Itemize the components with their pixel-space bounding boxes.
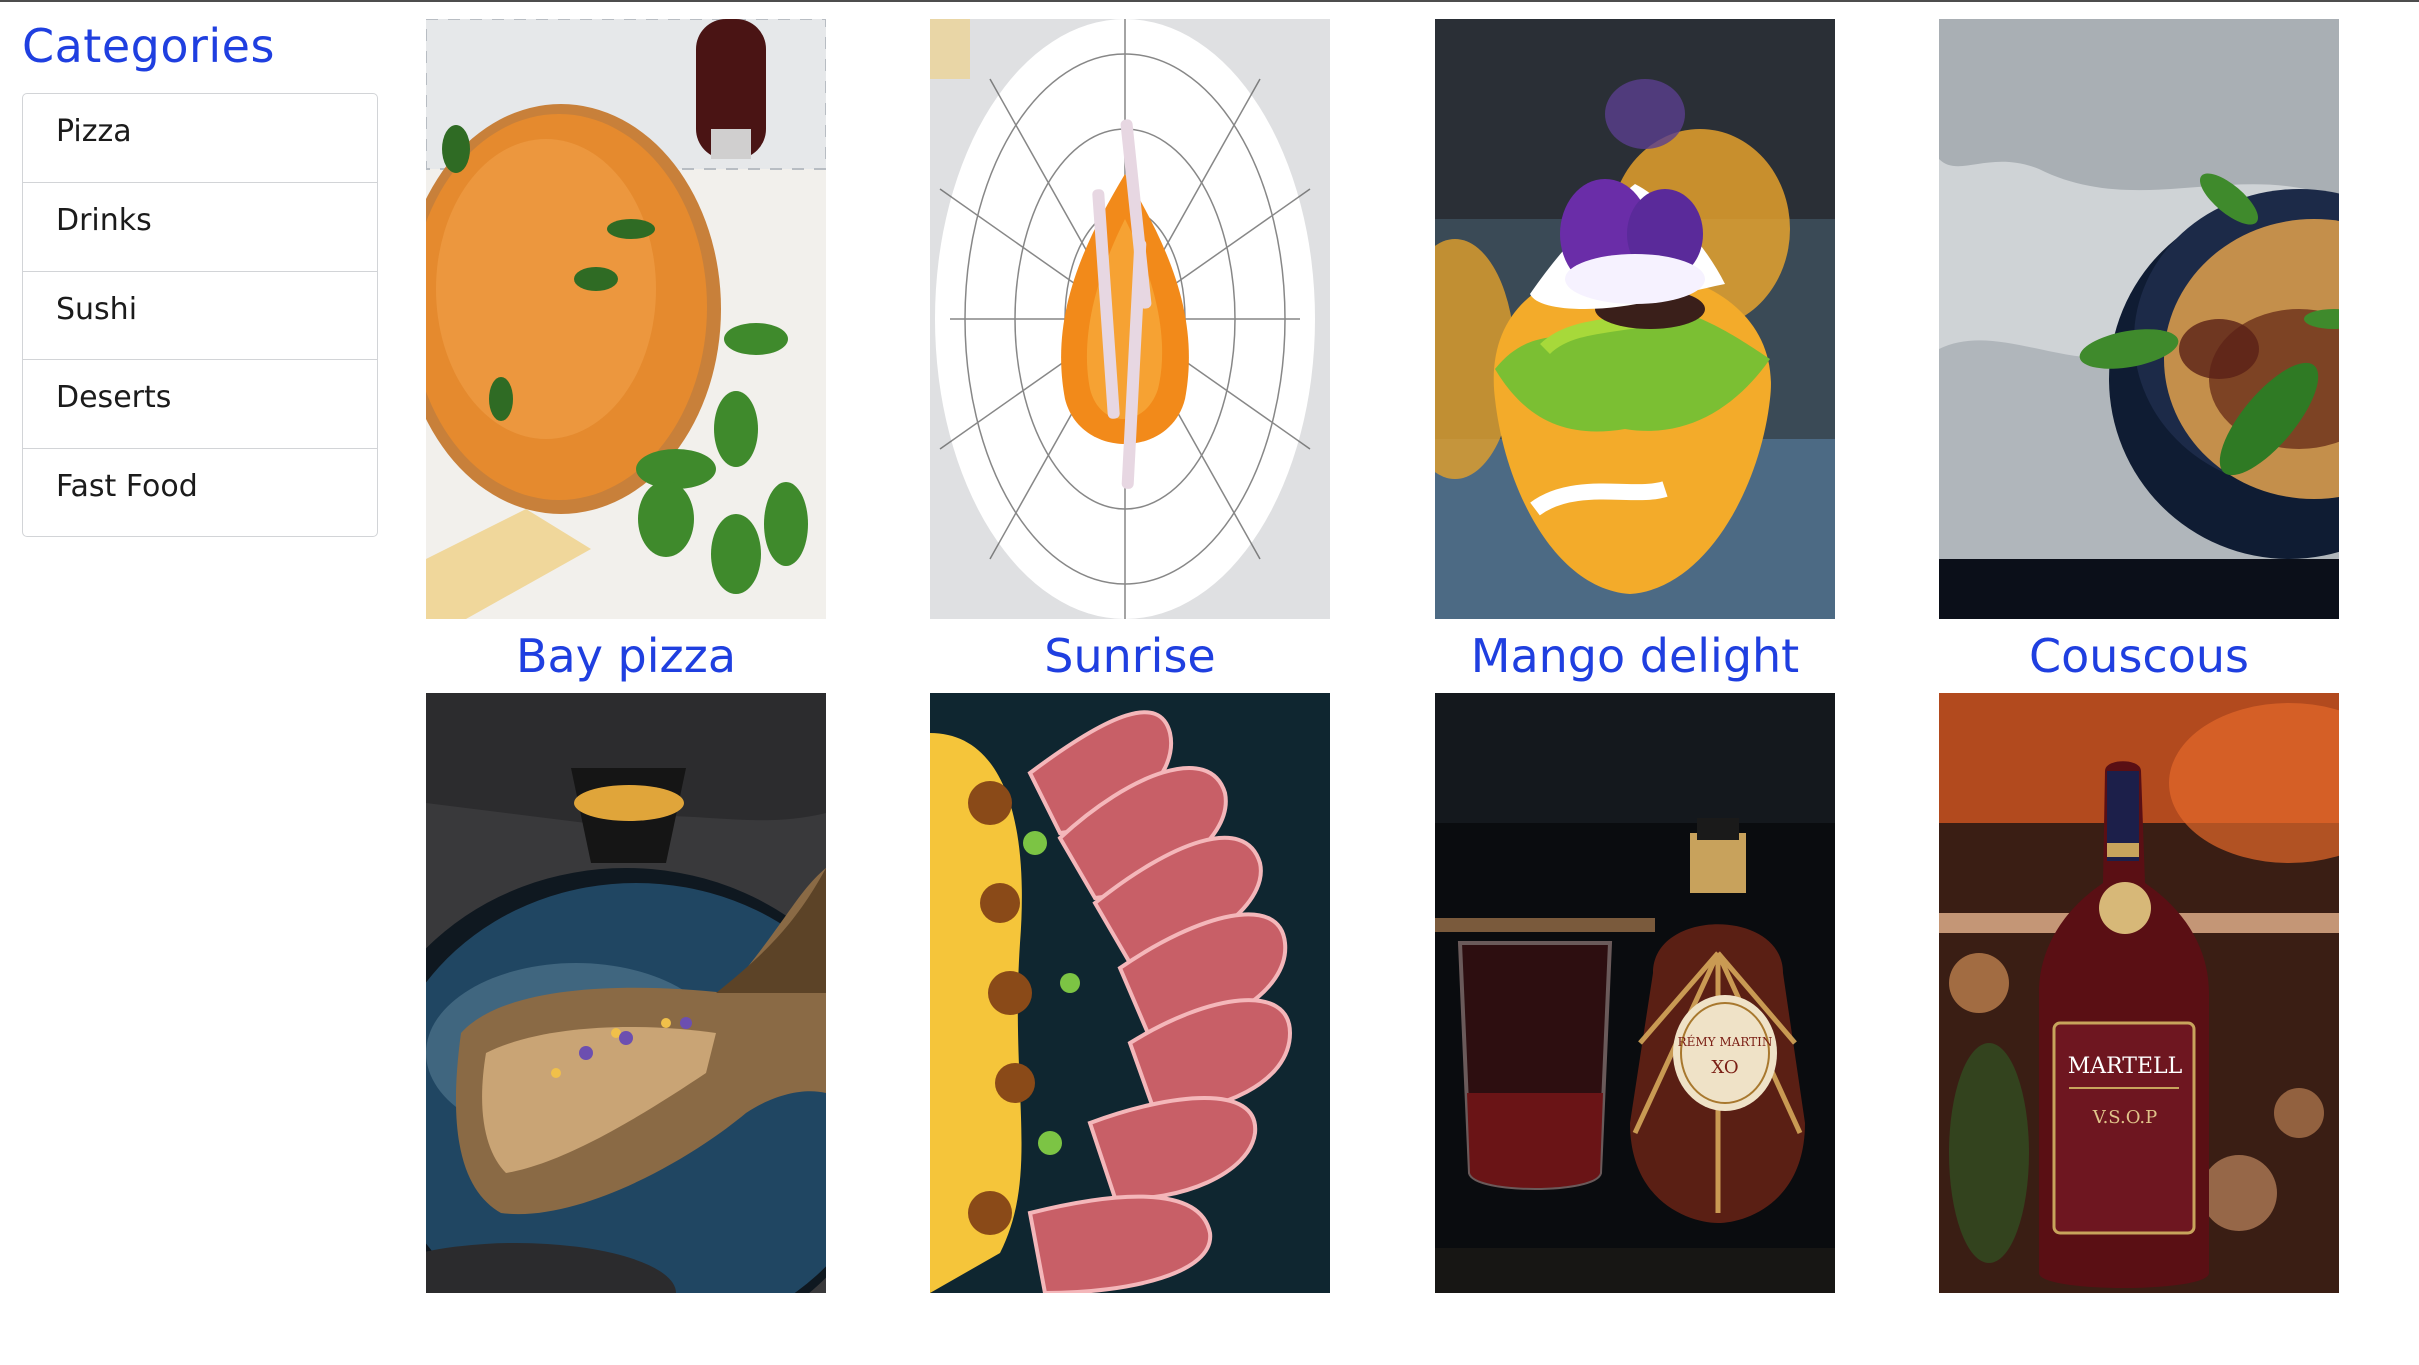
seared-tuna-photo[interactable] <box>930 693 1330 1293</box>
remy-martin-cognac-photo[interactable]: RÉMY MARTIN XO <box>1435 693 1835 1293</box>
product-card[interactable] <box>930 693 1330 1293</box>
product-title[interactable]: Couscous <box>1939 621 2339 691</box>
categories-heading: Categories <box>22 19 275 73</box>
product-title[interactable]: Mango delight <box>1435 621 1835 691</box>
martell-cognac-photo[interactable]: MARTELL V.S.O.P <box>1939 693 2339 1293</box>
product-title[interactable] <box>426 1295 826 1365</box>
product-title[interactable] <box>1939 1295 2339 1365</box>
martell-grade-label: V.S.O.P <box>2092 1107 2158 1128</box>
category-item-drinks[interactable]: Drinks <box>23 182 377 270</box>
couscous-bowl-photo[interactable] <box>1939 19 2339 619</box>
product-title[interactable] <box>1435 1295 1835 1365</box>
product-card[interactable]: Bay pizza <box>426 19 826 683</box>
category-item-deserts[interactable]: Deserts <box>23 359 377 447</box>
product-card[interactable] <box>426 693 826 1293</box>
product-card[interactable]: Couscous <box>1939 19 2339 683</box>
top-rule <box>0 0 2419 2</box>
product-card[interactable]: Mango delight <box>1435 19 1835 683</box>
pizza-photo[interactable] <box>426 19 826 619</box>
categories-sidebar: Categories Pizza Drinks Sushi Deserts Fa… <box>22 20 378 537</box>
category-item-pizza[interactable]: Pizza <box>23 94 377 182</box>
plated-dessert-photo[interactable] <box>930 19 1330 619</box>
remy-grade-label: XO <box>1711 1057 1738 1078</box>
grilled-fish-photo[interactable] <box>426 693 826 1293</box>
product-card[interactable]: MARTELL V.S.O.P <box>1939 693 2339 1293</box>
product-title[interactable] <box>930 1295 1330 1365</box>
mango-dessert-photo[interactable] <box>1435 19 1835 619</box>
martell-brand-label: MARTELL <box>2068 1054 2183 1079</box>
product-title[interactable]: Bay pizza <box>426 621 826 691</box>
category-item-sushi[interactable]: Sushi <box>23 270 377 359</box>
product-card[interactable]: RÉMY MARTIN XO <box>1435 693 1835 1293</box>
product-card[interactable]: Sunrise <box>930 19 1330 683</box>
category-item-fast-food[interactable]: Fast Food <box>23 447 377 536</box>
category-list: Pizza Drinks Sushi Deserts Fast Food <box>22 93 378 537</box>
product-title[interactable]: Sunrise <box>930 621 1330 691</box>
remy-brand-label: RÉMY MARTIN <box>1678 1034 1773 1049</box>
